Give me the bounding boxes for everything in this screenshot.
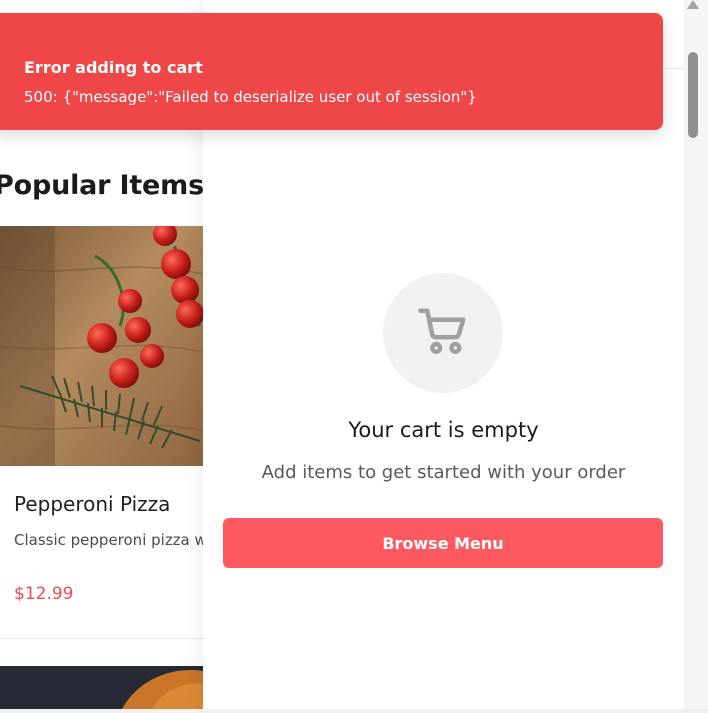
error-toast[interactable]: Error adding to cart 500: {"message":"Fa…	[0, 13, 663, 130]
bottom-edge	[0, 709, 708, 713]
menu-item-card[interactable]: Pepperoni Pizza Classic pepperoni pizza …	[0, 226, 203, 639]
empty-cart-title: Your cart is empty	[348, 418, 539, 442]
item-description: Classic pepperoni pizza with mozzarella …	[14, 531, 203, 549]
next-item-photo[interactable]	[0, 666, 203, 713]
item-name: Pepperoni Pizza	[14, 492, 171, 516]
browse-menu-button[interactable]: Browse Menu	[223, 518, 663, 568]
item-price: $12.99	[14, 584, 74, 604]
empty-cart-subtitle: Add items to get started with your order	[261, 462, 626, 483]
pizza-photo[interactable]	[0, 226, 203, 466]
scroll-up-arrow[interactable]	[687, 0, 699, 9]
toast-message: 500: {"message":"Failed to deserialize u…	[24, 88, 477, 106]
empty-cart-illustration	[383, 273, 503, 393]
cart-icon	[416, 304, 470, 362]
toast-title: Error adding to cart	[24, 58, 203, 77]
section-title: Popular Items	[0, 170, 203, 201]
scrollbar-thumb[interactable]	[688, 52, 698, 138]
